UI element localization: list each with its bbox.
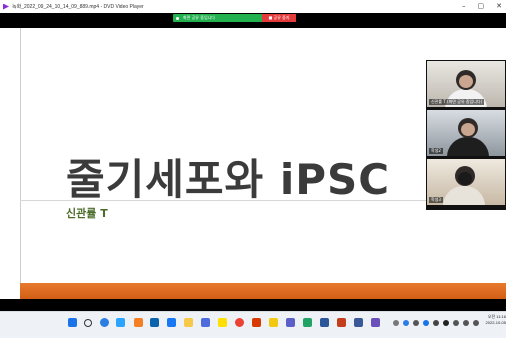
participant-video-panel: 신관률 T (화면 공유 중입니다) 학생2 학생3 <box>426 60 506 210</box>
edge-icon[interactable] <box>116 318 125 327</box>
close-button[interactable]: ✕ <box>496 2 502 10</box>
files-icon[interactable] <box>167 318 176 327</box>
powerpoint-icon[interactable] <box>337 318 346 327</box>
system-clock[interactable]: 오전 11:16 2022-10-05 <box>483 314 506 326</box>
battery-icon[interactable] <box>473 320 479 326</box>
clock-date: 2022-10-05 <box>485 320 506 325</box>
video-player-icon[interactable] <box>371 318 380 327</box>
volume-icon[interactable] <box>423 320 429 326</box>
teams-icon[interactable] <box>286 318 295 327</box>
participant-name: 학생2 <box>429 148 443 154</box>
stop-share-button[interactable]: ■ 공유 중지 <box>262 14 296 22</box>
participant-face <box>461 123 475 136</box>
windows-start-icon[interactable] <box>68 318 77 327</box>
participant-name: 학생3 <box>429 197 443 203</box>
participant-tile[interactable]: 학생2 <box>427 110 505 156</box>
search-icon[interactable] <box>84 319 92 327</box>
record-icon[interactable] <box>443 320 449 326</box>
share-status-icon <box>176 16 179 20</box>
notes-icon[interactable] <box>269 318 278 327</box>
video-bottom-black-bar <box>0 299 506 311</box>
share-status-text: 화면 공유 중입니다 <box>183 15 215 20</box>
slide-left-edge <box>20 28 21 298</box>
slide-title: 줄기세포와 iPSC <box>66 155 391 204</box>
maximize-button[interactable]: ▢ <box>478 2 485 10</box>
participant-face <box>459 75 473 88</box>
copilot-icon[interactable] <box>100 318 109 327</box>
window-titlebar: 녹화_2022_09_24_10_14_09_889.mp4 - DVD Vid… <box>0 0 506 13</box>
excel-icon[interactable] <box>303 318 312 327</box>
slide-orange-band <box>20 283 506 299</box>
participant-tile[interactable]: 학생3 <box>427 159 505 205</box>
chrome-icon[interactable] <box>235 318 244 327</box>
wifi-icon[interactable] <box>453 320 459 326</box>
participant-tile[interactable]: 신관률 T (화면 공유 중입니다) <box>427 61 505 107</box>
window-controls: – ▢ ✕ <box>462 2 502 10</box>
minimize-button[interactable]: – <box>462 2 466 10</box>
store2-icon[interactable] <box>354 318 363 327</box>
keyboard-icon[interactable] <box>433 320 439 326</box>
network-icon[interactable] <box>413 320 419 326</box>
vlc-icon[interactable] <box>134 318 143 327</box>
folder-icon[interactable] <box>184 318 193 327</box>
window-title: 녹화_2022_09_24_10_14_09_889.mp4 - DVD Vid… <box>12 4 144 10</box>
chevron-up-icon[interactable] <box>393 320 399 326</box>
store-icon[interactable] <box>201 318 210 327</box>
kakao-icon[interactable] <box>218 318 227 327</box>
participant-name: 신관률 T (화면 공유 중입니다) <box>429 99 485 105</box>
slide-subtitle: 신관률 T <box>66 207 108 220</box>
cloud-icon[interactable] <box>403 320 409 326</box>
participant-mask <box>458 172 472 185</box>
office-icon[interactable] <box>252 318 261 327</box>
outlook-icon[interactable] <box>150 318 159 327</box>
video-player-app-icon <box>3 3 9 10</box>
screen-share-indicator[interactable]: 화면 공유 중입니다 <box>173 14 268 22</box>
word-icon[interactable] <box>320 318 329 327</box>
speaker-icon[interactable] <box>463 320 469 326</box>
